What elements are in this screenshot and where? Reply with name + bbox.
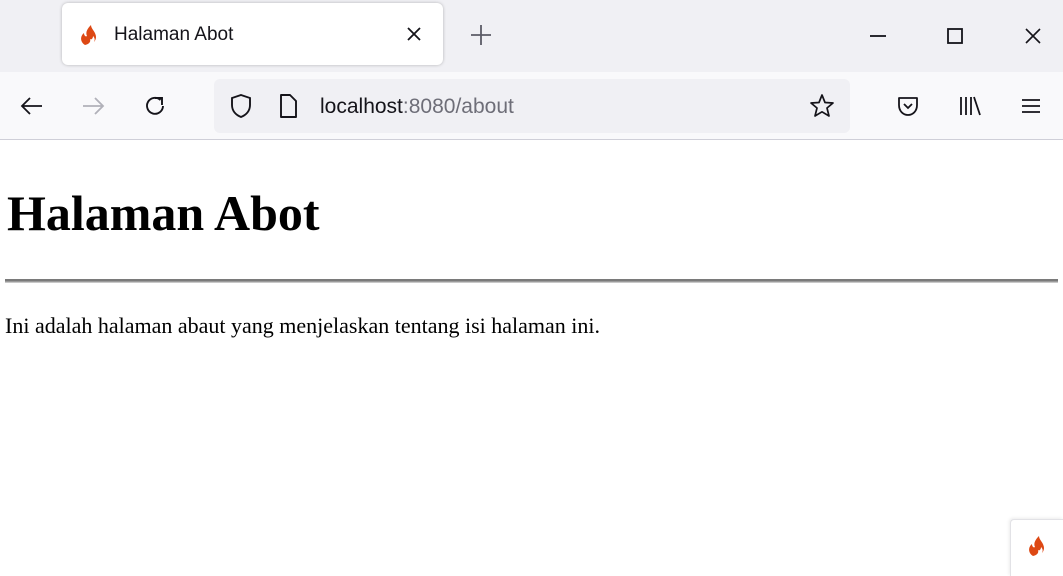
new-tab-icon[interactable] bbox=[467, 21, 495, 49]
page-icon[interactable] bbox=[276, 92, 300, 120]
address-bar[interactable]: localhost:8080/about bbox=[214, 79, 850, 133]
codeigniter-flame-icon bbox=[1029, 536, 1044, 556]
arrow-left-icon[interactable] bbox=[16, 90, 48, 122]
hamburger-menu-icon[interactable] bbox=[1015, 90, 1047, 122]
horizontal-rule bbox=[5, 279, 1058, 283]
page-title: Halaman Abot bbox=[7, 185, 320, 241]
page-description: Ini adalah halaman abaut yang menjelaska… bbox=[5, 313, 601, 338]
tab-active[interactable]: Halaman Abot bbox=[62, 3, 443, 65]
minimize-icon[interactable] bbox=[860, 18, 896, 54]
tab-title: Halaman Abot bbox=[114, 24, 234, 45]
close-window-icon[interactable] bbox=[1015, 18, 1051, 54]
url-path: :8080/about bbox=[402, 95, 514, 118]
pocket-icon[interactable] bbox=[892, 90, 924, 122]
reload-icon[interactable] bbox=[139, 90, 171, 122]
arrow-right-icon[interactable] bbox=[77, 90, 109, 122]
close-tab-icon[interactable] bbox=[402, 22, 426, 46]
navigation-toolbar: localhost:8080/about bbox=[0, 72, 1063, 140]
star-icon[interactable] bbox=[808, 92, 836, 120]
codeigniter-flame-icon bbox=[81, 25, 96, 45]
maximize-icon[interactable] bbox=[937, 18, 973, 54]
debug-toolbar-toggle[interactable] bbox=[1010, 519, 1063, 576]
url-text[interactable]: localhost:8080/about bbox=[320, 95, 514, 119]
url-host: localhost bbox=[320, 95, 403, 118]
tab-strip: Halaman Abot bbox=[0, 0, 1063, 72]
shield-icon[interactable] bbox=[228, 92, 254, 120]
page-content: Halaman Abot Ini adalah halaman abaut ya… bbox=[0, 141, 1063, 576]
library-icon[interactable] bbox=[953, 90, 985, 122]
